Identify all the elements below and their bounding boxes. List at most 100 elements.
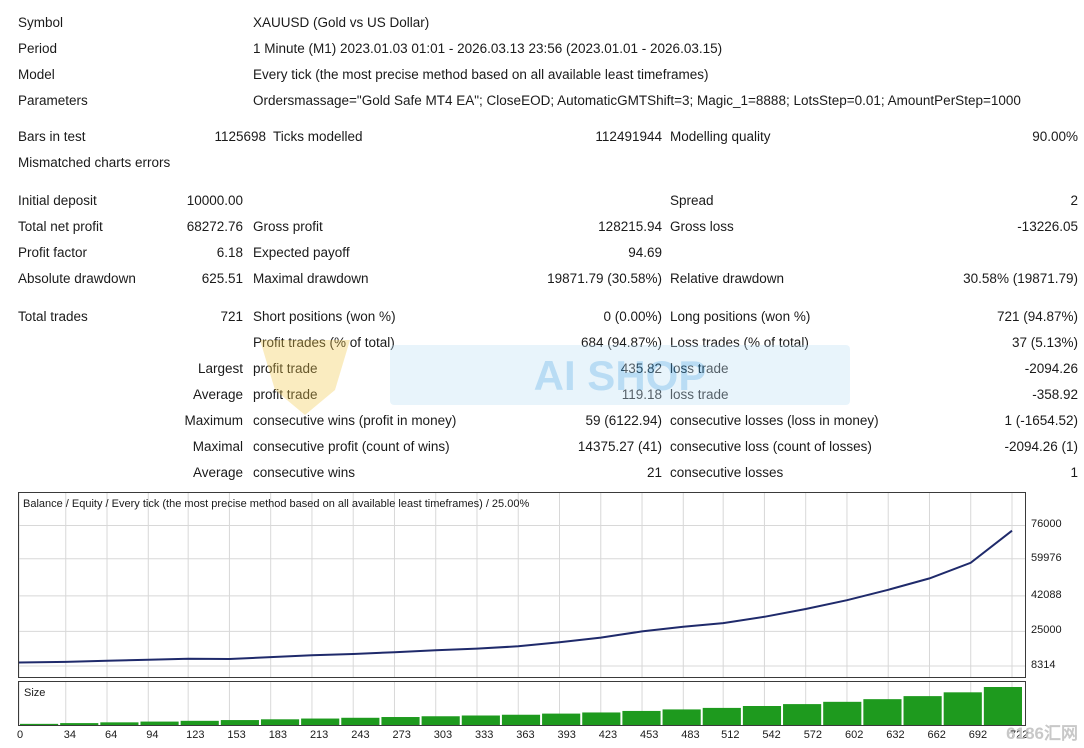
x-tick-label: 363 [516, 729, 535, 741]
size-bar [180, 720, 219, 725]
spread-value: 2 [1070, 193, 1078, 208]
size-bar [742, 706, 782, 725]
spread-label: Spread [670, 193, 714, 208]
mcl-value: 1 (-1654.52) [1004, 413, 1078, 428]
mclc-label: consecutive loss (count of losses) [670, 439, 872, 454]
x-tick-label: 692 [968, 729, 988, 741]
size-bar [943, 692, 982, 725]
long-label: Long positions (won %) [670, 309, 811, 324]
size-chart: Size [18, 681, 1026, 726]
size-bar [542, 713, 581, 725]
x-tick-label: 512 [721, 729, 740, 741]
maximum-label: Maximum [184, 413, 243, 428]
quality-value: 90.00% [1032, 129, 1078, 144]
deposit-value: 10000.00 [186, 193, 243, 208]
symbol-value: XAUUSD (Gold vs US Dollar) [253, 15, 430, 30]
size-bar [381, 717, 420, 725]
period-value: 1 Minute (M1) 2023.01.03 01:01 - 2026.03… [253, 41, 723, 56]
bars-value: 1125698 [214, 129, 266, 144]
balance-chart: Balance / Equity / Every tick (the most … [18, 492, 1026, 678]
reldd-label: Relative drawdown [670, 271, 785, 286]
period-label: Period [18, 41, 58, 56]
trades-value: 721 [220, 309, 243, 324]
balance-chart-svg: Balance / Equity / Every tick (the most … [18, 493, 1025, 677]
grossprofit-label: Gross profit [253, 219, 323, 234]
ticks-value: 112491944 [595, 129, 662, 144]
mcp-label: consecutive profit (count of wins) [253, 439, 450, 454]
x-tick-label: 273 [392, 729, 411, 741]
grossloss-value: -13226.05 [1017, 219, 1078, 234]
size-bar [662, 709, 701, 725]
lt-value: 37 (5.13%) [1011, 335, 1078, 350]
size-bar [783, 704, 822, 725]
parameters-label: Parameters [18, 93, 88, 108]
size-bar [341, 717, 380, 725]
mcw-value: 59 (6122.94) [585, 413, 662, 428]
maximal-label: Maximal [192, 439, 243, 454]
x-tick-label: 94 [146, 729, 159, 741]
size-bar [903, 696, 942, 725]
expected-label: Expected payoff [253, 245, 350, 260]
x-tick-label: 662 [927, 729, 946, 741]
x-tick-label: 423 [598, 729, 618, 741]
x-tick-label: 602 [844, 729, 864, 741]
size-bar [301, 718, 340, 725]
acl-label: consecutive losses [670, 465, 784, 480]
balance-line [18, 529, 1013, 664]
size-bar [220, 720, 259, 725]
long-value: 721 (94.87%) [996, 309, 1078, 324]
symbol-label: Symbol [18, 15, 64, 30]
size-label: Size [24, 687, 45, 699]
corner-watermark: 6186汇网 [1006, 724, 1078, 743]
size-bar [582, 712, 621, 725]
mclc-value: -2094.26 (1) [1004, 439, 1078, 454]
largest-label: Largest [197, 361, 243, 376]
maxdd-label: Maximal drawdown [253, 271, 369, 286]
x-tick-label: 483 [681, 729, 700, 741]
acw-value: 21 [646, 465, 662, 480]
x-tick-label: 213 [309, 729, 329, 741]
ll-value: -2094.26 [1024, 361, 1078, 376]
netprofit-label: Total net profit [18, 219, 103, 234]
parameters-value: Ordersmassage="Gold Safe MT4 EA"; CloseE… [253, 93, 1021, 108]
average2-label: Average [192, 465, 243, 480]
x-tick-label: 183 [268, 729, 288, 741]
expected-value: 94.69 [628, 245, 662, 260]
ap-label: profit trade [253, 387, 318, 402]
x-tick-label: 64 [105, 729, 118, 741]
chart-grid [18, 493, 1025, 677]
lp-value: 435.82 [620, 361, 662, 376]
netprofit-value: 68272.76 [186, 219, 243, 234]
size-bar [100, 722, 139, 725]
short-label: Short positions (won %) [253, 309, 396, 324]
size-bar [140, 721, 179, 725]
size-bar [863, 699, 902, 725]
pf-value: 6.18 [216, 245, 243, 260]
reldd-value: 30.58% (19871.79) [963, 271, 1078, 286]
x-tick-label: 243 [351, 729, 370, 741]
ticks-label: Ticks modelled [273, 129, 363, 144]
y-tick-label: 25000 [1031, 624, 1062, 637]
model-value: Every tick (the most precise method base… [253, 67, 709, 82]
maxdd-value: 19871.79 (30.58%) [547, 271, 662, 286]
absdd-label: Absolute drawdown [18, 271, 136, 286]
size-bar [20, 723, 59, 725]
y-tick-label: 42088 [1031, 588, 1062, 601]
size-bars [20, 687, 1022, 725]
y-tick-label: 76000 [1031, 518, 1062, 531]
y-tick-label: 8314 [1031, 659, 1056, 672]
x-tick-label: 542 [762, 729, 781, 741]
deposit-label: Initial deposit [18, 193, 97, 208]
ap-value: 119.18 [621, 387, 662, 402]
x-tick-label: 123 [186, 729, 205, 741]
lt-label: Loss trades (% of total) [670, 335, 809, 350]
pt-label: Profit trades (% of total) [253, 335, 395, 350]
x-tick-label: 572 [803, 729, 823, 741]
size-bar [260, 719, 300, 725]
acl-value: 1 [1070, 465, 1078, 480]
acw-label: consecutive wins [253, 465, 356, 480]
trades-label: Total trades [18, 309, 88, 324]
x-tick-label: 34 [63, 729, 76, 741]
pt-value: 684 (94.87%) [580, 335, 662, 350]
al-label: loss trade [670, 387, 729, 402]
